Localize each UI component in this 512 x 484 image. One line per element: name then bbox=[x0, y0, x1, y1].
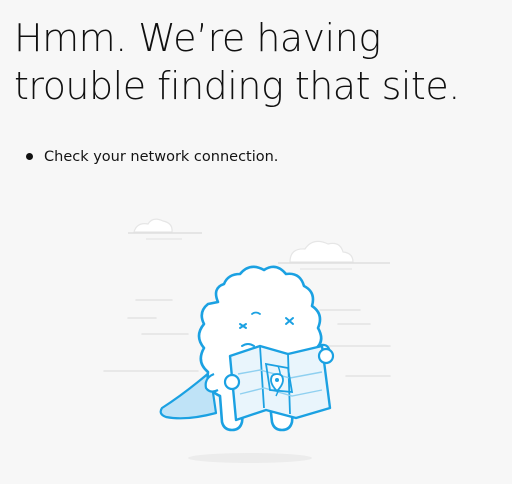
cloud-icon bbox=[278, 240, 390, 270]
bullet-icon bbox=[26, 153, 33, 160]
tip-text: Check your network connection. bbox=[44, 149, 279, 165]
troubleshooting-tips-list: Check your network connection. bbox=[0, 142, 278, 172]
cloud-icon bbox=[128, 218, 202, 240]
ground-shadow bbox=[188, 453, 312, 463]
right-hand bbox=[317, 347, 335, 365]
tip-check-network: Check your network connection. bbox=[0, 142, 278, 172]
error-heading: Hmm. We’re having trouble finding that s… bbox=[14, 16, 460, 108]
left-hand bbox=[223, 373, 241, 391]
lost-creature-with-map-illustration bbox=[103, 218, 391, 463]
